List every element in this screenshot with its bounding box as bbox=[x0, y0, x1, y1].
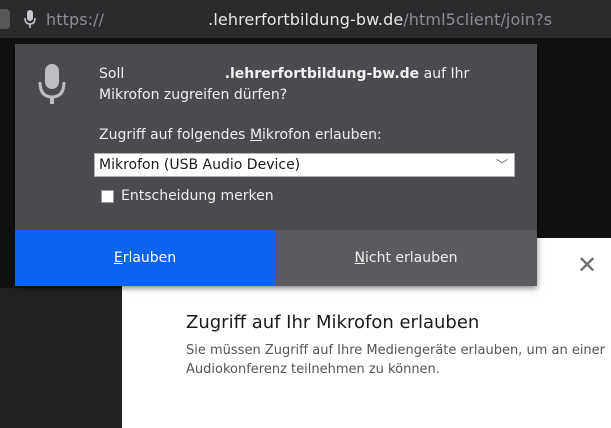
question-prefix: Soll bbox=[99, 66, 125, 82]
select-label-text: Zugriff auf folgendes bbox=[99, 127, 250, 143]
site-identity-icon[interactable] bbox=[0, 9, 10, 29]
deny-label: icht erlauben bbox=[365, 250, 458, 266]
dialog-title: Zugriff auf Ihr Mikrofon erlauben bbox=[186, 312, 480, 333]
remember-decision-checkbox[interactable]: Entscheidung merken bbox=[101, 188, 274, 204]
selected-device: Mikrofon (USB Audio Device) bbox=[99, 157, 301, 173]
permission-popup: Soll .lehrerfortbildung-bw.de auf Ihr Mi… bbox=[15, 44, 537, 286]
close-icon[interactable]: ✕ bbox=[577, 253, 597, 277]
redacted-subdomain bbox=[104, 12, 209, 28]
address-bar[interactable]: https:// .lehrerfortbildung-bw.de/html5cl… bbox=[0, 0, 611, 38]
permission-question: Soll .lehrerfortbildung-bw.de auf Ihr Mi… bbox=[99, 64, 519, 106]
question-suffix: auf Ihr bbox=[423, 66, 470, 82]
url-host: .lehrerfortbildung-bw.de bbox=[208, 9, 404, 29]
select-label-text: ikrofon erlauben: bbox=[262, 127, 382, 143]
url-text[interactable]: https:// .lehrerfortbildung-bw.de/html5cl… bbox=[46, 10, 552, 29]
dialog-message: Sie müssen Zugriff auf Ihre Mediengeräte… bbox=[186, 343, 606, 377]
microphone-icon[interactable] bbox=[24, 10, 36, 28]
checkbox-box[interactable] bbox=[101, 189, 114, 203]
chevron-down-icon: ﹀ bbox=[495, 158, 508, 172]
allow-accesskey: E bbox=[113, 250, 123, 266]
deny-accesskey: N bbox=[354, 250, 365, 266]
remember-label: Entscheidung merken bbox=[121, 188, 274, 204]
device-select-label: Zugriff auf folgendes Mikrofon erlauben: bbox=[99, 127, 382, 143]
allow-button[interactable]: Erlauben bbox=[15, 230, 275, 286]
microphone-icon bbox=[37, 64, 67, 108]
question-line2: Mikrofon zugreifen dürfen? bbox=[99, 87, 288, 103]
deny-button[interactable]: Nicht erlauben bbox=[275, 230, 537, 286]
microphone-device-select[interactable]: Mikrofon (USB Audio Device) ﹀ bbox=[94, 153, 515, 177]
question-domain: .lehrerfortbildung-bw.de bbox=[224, 66, 420, 82]
allow-label: rlauben bbox=[122, 250, 177, 266]
url-scheme: https:// bbox=[46, 9, 105, 29]
select-label-accesskey: M bbox=[249, 127, 263, 143]
url-path: /html5client/join?s bbox=[403, 9, 553, 29]
